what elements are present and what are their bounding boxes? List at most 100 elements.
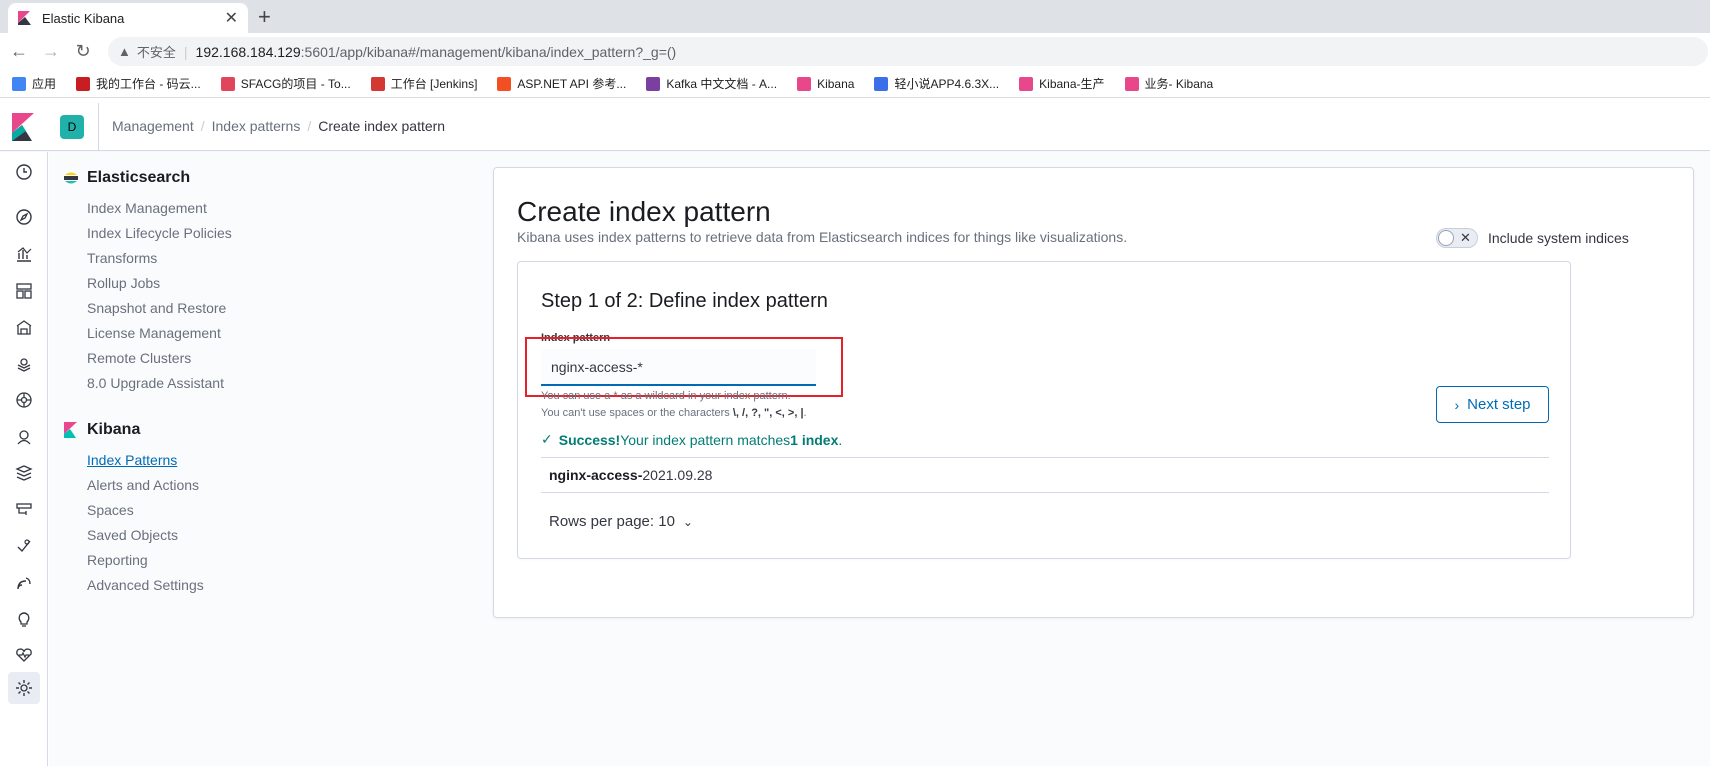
sidebar-item[interactable]: License Management	[63, 321, 483, 346]
table-divider	[541, 457, 1549, 458]
bookmark-item[interactable]: 应用	[12, 75, 56, 92]
forward-arrow-icon[interactable]: →	[38, 41, 64, 62]
sidebar-item[interactable]: Rollup Jobs	[63, 271, 483, 296]
chevron-right-icon: ›	[1454, 396, 1460, 413]
toggle-label: Include system indices	[1488, 230, 1629, 246]
uptime-icon[interactable]	[14, 500, 34, 520]
kibana-heading: Kibana	[63, 418, 483, 442]
breadcrumb-index-patterns[interactable]: Index patterns	[212, 118, 301, 134]
siem-icon[interactable]	[14, 427, 34, 447]
sidebar-item[interactable]: Advanced Settings	[63, 573, 483, 598]
tab-close-icon[interactable]: ✕	[225, 8, 238, 28]
bookmark-item[interactable]: 业务- Kibana	[1124, 75, 1214, 92]
success-message: ✓ Success! Your index pattern matches 1 …	[541, 431, 843, 448]
bookmark-item[interactable]: Kibana	[797, 76, 854, 91]
characters-help-text: You can't use spaces or the characters \…	[541, 407, 807, 419]
apm-icon[interactable]	[14, 463, 34, 483]
back-arrow-icon[interactable]: ←	[6, 41, 32, 62]
create-index-pattern-panel: Create index pattern Kibana uses index p…	[493, 167, 1694, 618]
sidebar-item[interactable]: Spaces	[63, 498, 483, 523]
kibana-icon	[1019, 76, 1034, 91]
ml-icon[interactable]	[14, 390, 34, 410]
compass-icon[interactable]	[14, 207, 34, 227]
elasticsearch-heading: Elasticsearch	[63, 166, 483, 190]
management-sidebar: Elasticsearch Index Management Index Life…	[63, 166, 483, 616]
new-tab-button[interactable]: +	[258, 5, 271, 29]
jenkins-icon	[370, 76, 385, 91]
bookmark-label: 业务- Kibana	[1144, 77, 1214, 91]
next-step-button[interactable]: › Next step	[1436, 386, 1549, 423]
toggle-switch[interactable]: ✕	[1436, 228, 1478, 248]
sidebar-item[interactable]: Index Patterns	[63, 448, 483, 473]
insecure-label: 不安全	[136, 45, 176, 60]
reload-icon[interactable]: ↻	[70, 41, 96, 62]
tab-title: Elastic Kibana	[42, 10, 125, 26]
bookmark-label: ASP.NET API 参考...	[517, 77, 627, 91]
sidebar-item[interactable]: Transforms	[63, 246, 483, 271]
kibana-logo-icon	[64, 422, 77, 438]
wildcard-help-text: You can use a * as a wildcard in your in…	[541, 390, 791, 402]
bookmark-item[interactable]: 工作台 [Jenkins]	[370, 75, 478, 92]
dashboard-icon[interactable]	[14, 281, 34, 301]
stack-monitoring-icon[interactable]	[14, 573, 34, 593]
bookmark-label: 轻小说APP4.6.3X...	[894, 77, 1000, 91]
bookmark-label: Kafka 中文文档 - A...	[666, 77, 778, 91]
bookmark-item[interactable]: SFACG的项目 - To...	[220, 75, 351, 92]
page-description: Kibana uses index patterns to retrieve d…	[517, 229, 1128, 245]
kibana-section: Kibana Index Patterns Alerts and Actions S…	[63, 418, 483, 598]
browser-tabbar: Elastic Kibana ✕ +	[0, 0, 1710, 33]
gear-icon[interactable]	[14, 678, 34, 698]
header-divider	[98, 103, 99, 151]
gitee-icon	[76, 76, 91, 91]
tower-icon	[220, 76, 235, 91]
space-avatar[interactable]: D	[60, 115, 84, 139]
include-system-indices-toggle[interactable]: ✕ Include system indices	[1436, 228, 1629, 248]
browser-toolbar: ← → ↻ ▲ 不安全 | 192.168.184.129 :5601/app/…	[0, 33, 1710, 70]
bookmark-item[interactable]: 轻小说APP4.6.3X...	[874, 75, 999, 92]
cross-icon: ✕	[1460, 230, 1471, 245]
bookmark-item[interactable]: Kibana-生产	[1019, 75, 1105, 92]
elasticsearch-section: Elasticsearch Index Management Index Life…	[63, 166, 483, 396]
visualize-icon[interactable]	[14, 244, 34, 264]
lightbulb-icon[interactable]	[14, 609, 34, 629]
bookmark-item[interactable]: ASP.NET API 参考...	[497, 75, 626, 92]
address-bar[interactable]: ▲ 不安全 | 192.168.184.129 :5601/app/kibana…	[108, 37, 1708, 66]
sidebar-item[interactable]: 8.0 Upgrade Assistant	[63, 371, 483, 396]
check-icon: ✓	[541, 431, 553, 447]
kibana-title: Kibana	[87, 421, 141, 438]
bookmark-label: SFACG的项目 - To...	[240, 77, 351, 91]
url-host: 192.168.184.129	[195, 43, 301, 60]
address-separator: |	[183, 43, 188, 60]
matching-index-row: nginx-access-2021.09.28	[549, 467, 713, 483]
breadcrumb-current: Create index pattern	[318, 118, 446, 134]
breadcrumb-management[interactable]: Management	[112, 118, 194, 134]
sidebar-item[interactable]: Snapshot and Restore	[63, 296, 483, 321]
bookmark-label: 工作台 [Jenkins]	[390, 77, 478, 91]
bookmark-item[interactable]: Kafka 中文文档 - A...	[646, 75, 777, 92]
dev-tools-icon[interactable]	[14, 536, 34, 556]
kibana-icon	[1124, 76, 1139, 91]
browser-tab[interactable]: Elastic Kibana ✕	[8, 3, 248, 33]
sidebar-item[interactable]: Index Lifecycle Policies	[63, 221, 483, 246]
sidebar-item[interactable]: Index Management	[63, 196, 483, 221]
kibana-header: D Management / Index patterns / Create index…	[0, 103, 1710, 151]
rows-per-page-button[interactable]: Rows per page: 10 ⌄	[549, 513, 693, 530]
sidebar-item[interactable]: Saved Objects	[63, 523, 483, 548]
step-panel: Step 1 of 2: Define index pattern Index …	[517, 261, 1571, 559]
maps-icon[interactable]	[14, 354, 34, 374]
highlight-box	[525, 337, 843, 397]
canvas-icon[interactable]	[14, 318, 34, 338]
kibana-logo-icon[interactable]	[12, 113, 36, 141]
toggle-knob	[1438, 230, 1454, 246]
sidebar-item[interactable]: Remote Clusters	[63, 346, 483, 371]
sidebar-item[interactable]: Reporting	[63, 548, 483, 573]
bookmark-label: 我的工作台 - 码云...	[96, 77, 201, 91]
clock-icon[interactable]	[14, 162, 34, 182]
bookmark-label: 应用	[32, 77, 57, 91]
bookmark-item[interactable]: 我的工作台 - 码云...	[76, 75, 201, 92]
chevron-down-icon: ⌄	[682, 514, 693, 529]
breadcrumb: Management / Index patterns / Create index p…	[112, 118, 446, 134]
heartbeat-icon[interactable]	[14, 645, 34, 665]
sidebar-item[interactable]: Alerts and Actions	[63, 473, 483, 498]
url-path: :5601/app/kibana#/management/kibana/inde…	[300, 43, 677, 60]
